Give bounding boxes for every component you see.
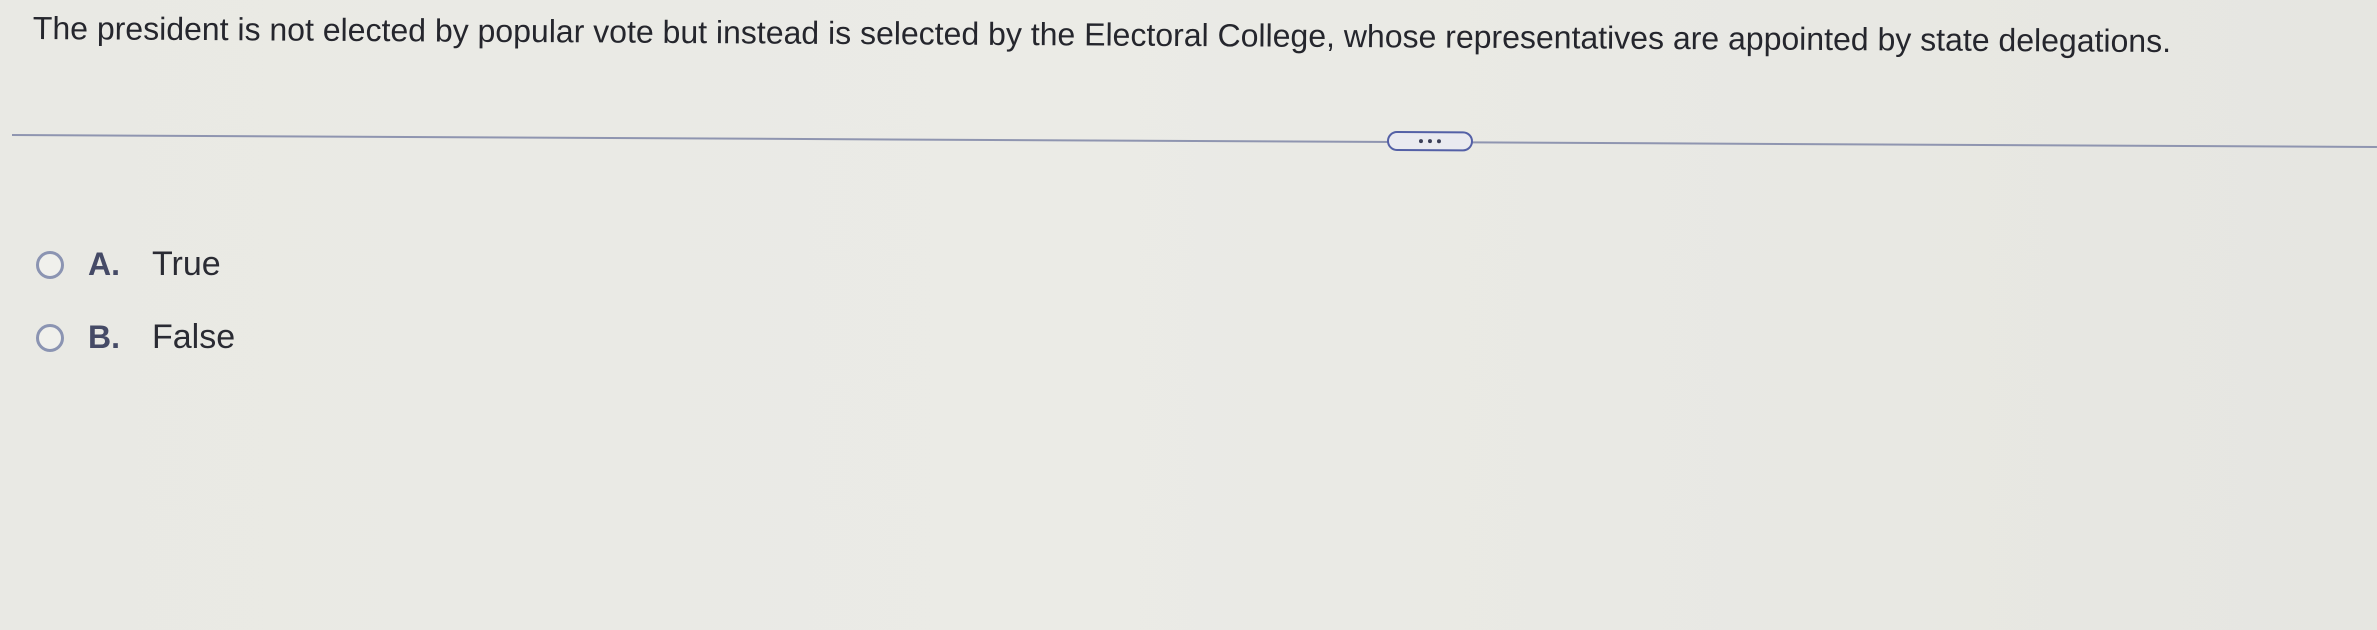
option-b[interactable]: B. False <box>36 301 235 374</box>
section-divider <box>11 124 2377 158</box>
answer-options: A. True B. False <box>36 228 235 374</box>
option-a[interactable]: A. True <box>36 228 235 301</box>
ellipsis-dot <box>1436 139 1441 144</box>
option-b-letter: B. <box>88 319 120 355</box>
ellipsis-dot <box>1418 139 1423 144</box>
option-b-label: False <box>152 318 236 356</box>
question-text: The president is not elected by popular … <box>32 9 2172 60</box>
ellipsis-icon <box>1418 139 1441 144</box>
radio-button-b[interactable] <box>36 323 64 352</box>
more-button[interactable] <box>1386 130 1474 152</box>
radio-button-a[interactable] <box>36 250 64 279</box>
ellipsis-dot <box>1427 139 1432 144</box>
divider-line <box>11 134 2377 148</box>
option-a-letter: A. <box>88 246 120 282</box>
option-a-label: True <box>152 245 221 283</box>
